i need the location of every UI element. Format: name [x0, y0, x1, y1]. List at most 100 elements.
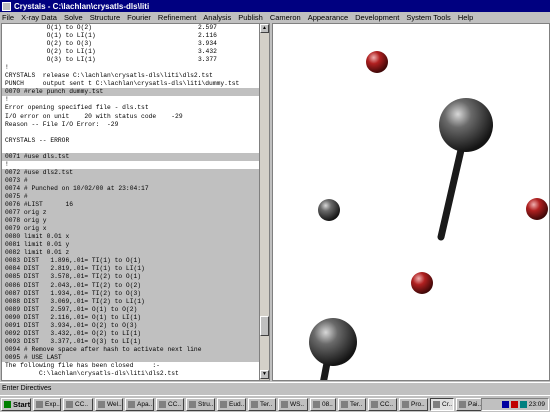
menu-file[interactable]: File — [2, 13, 14, 22]
output-line: 0072 #use dls2.tst — [2, 168, 260, 177]
output-line-text: 0082 limit 0.01 z — [5, 249, 70, 257]
scroll-down-button[interactable]: ▼ — [260, 370, 269, 379]
menu-appearance[interactable]: Appearance — [308, 13, 348, 22]
output-line: 0086 DIST 2.043,.01= TI(2) to O(2) — [2, 281, 260, 290]
app-icon — [36, 400, 43, 408]
output-line: 0094 # Remove space after hash to activa… — [2, 345, 260, 354]
taskbar-button-label: Eud.. — [229, 400, 245, 408]
output-line: Reason -- File I/O Error: -29 — [2, 121, 260, 129]
taskbar-button-label: Pai.. — [468, 400, 482, 408]
structure-viewer[interactable] — [272, 23, 550, 381]
output-line-value: 2.597 — [198, 24, 217, 31]
output-line-text: 0078 orig y — [5, 217, 47, 225]
output-line: 0070 #rele punch dummy.tst — [2, 88, 260, 97]
output-line-text: 0077 orig z — [5, 209, 47, 217]
menu-refinement[interactable]: Refinement — [158, 13, 196, 22]
oxygen-atom — [411, 272, 433, 294]
output-line-text: The following file has been closed :- — [5, 361, 160, 369]
output-text-pane[interactable]: O(1) to O(2) 2.597 O(1) to LI(1) 2.116 O(2… — [1, 23, 270, 381]
tray-icon[interactable] — [510, 401, 518, 408]
scroll-thumb[interactable] — [260, 316, 269, 336]
menu-help[interactable]: Help — [458, 13, 473, 22]
output-line-text: 0083 DIST 1.896,.01= TI(1) to O(1) — [5, 257, 142, 265]
taskbar-button[interactable]: Cr.. — [430, 397, 454, 411]
menu-system-tools[interactable]: System Tools — [406, 13, 450, 22]
taskbar-button[interactable]: Exp.. — [33, 397, 61, 411]
app-icon — [251, 400, 258, 408]
app-icon — [128, 400, 135, 408]
output-line: 0090 DIST 2.116,.01= O(1) to LI(1) — [2, 313, 260, 322]
vertical-scrollbar[interactable]: ▲ ▼ — [259, 24, 269, 380]
output-line-text: 0090 DIST 2.116,.01= O(1) to LI(1) — [5, 313, 142, 321]
output-line-text: 0075 # — [5, 192, 28, 200]
output-line: 0073 # — [2, 176, 260, 185]
taskbar-button[interactable]: CC.. — [156, 397, 184, 411]
taskbar-button[interactable]: Eud.. — [217, 397, 246, 411]
start-button[interactable]: Start — [1, 397, 31, 411]
taskbar-button-label: Cr.. — [442, 400, 453, 408]
menu-structure[interactable]: Structure — [90, 13, 120, 22]
menu-fourier[interactable]: Fourier — [127, 13, 151, 22]
taskbar: Start Exp.. CC.. Wel.. Apa.. CC.. Stru.. Eud..… — [0, 395, 550, 412]
taskbar-button[interactable]: CC.. — [368, 397, 397, 411]
atom — [318, 199, 340, 221]
output-line: 0078 orig y — [2, 217, 260, 226]
taskbar-button-label: Stru.. — [198, 400, 214, 408]
output-line: 0077 orig z — [2, 209, 260, 218]
output-line-text: PUNCH output sent t C:\lachlan\crysatls-… — [5, 80, 240, 88]
menu-cameron[interactable]: Cameron — [270, 13, 301, 22]
output-line: 0079 orig x — [2, 225, 260, 234]
menu-solve[interactable]: Solve — [64, 13, 83, 22]
taskbar-button-label: Pro.. — [411, 400, 425, 408]
output-line-text: 0088 DIST 3.069,.01= TI(2) to LI(1) — [5, 297, 145, 305]
output-line: 0082 limit 0.01 z — [2, 249, 260, 258]
taskbar-button[interactable]: Ter.. — [248, 397, 276, 411]
menu-x-ray-data[interactable]: X-ray Data — [21, 13, 57, 22]
windows-logo-icon — [4, 400, 11, 408]
taskbar-button[interactable]: Pai.. — [456, 397, 482, 411]
output-line-text: 0084 DIST 2.819,.01= TI(1) to LI(1) — [5, 265, 145, 273]
oxygen-atom — [526, 198, 548, 220]
system-tray: 23:09 — [481, 398, 549, 411]
menu-bar: File X-ray Data Solve Structure Fourier Refin… — [0, 12, 550, 23]
output-line-text: 0094 # Remove space after hash to activa… — [5, 345, 202, 353]
scroll-up-button[interactable]: ▲ — [260, 24, 269, 33]
output-line: O(2) to LI(1) 3.432 — [2, 48, 260, 56]
output-line: 0075 # — [2, 192, 260, 202]
taskbar-button-label: CC.. — [75, 400, 88, 408]
output-line-text: 0071 #use dls.tst — [5, 152, 70, 160]
output-line: 0074 # Punched on 10/02/00 at 23:04:17 — [2, 184, 260, 193]
output-lines: O(1) to O(2) 2.597 O(1) to LI(1) 2.116 O(2… — [2, 24, 260, 380]
output-line: 0088 DIST 3.069,.01= TI(2) to LI(1) — [2, 297, 260, 306]
titanium-atom — [439, 98, 493, 152]
tray-icon[interactable] — [501, 401, 509, 408]
output-line: CRYSTALS release C:\lachlan\crysatls-dls… — [2, 72, 260, 80]
taskbar-button[interactable]: Apa.. — [125, 397, 154, 411]
taskbar-button[interactable]: 08.. — [310, 397, 336, 411]
output-line: 0095 # USE LAST — [2, 353, 260, 362]
command-input-bar[interactable]: Enter Directives — [0, 382, 550, 394]
taskbar-button[interactable]: Wel.. — [95, 397, 123, 411]
output-line: 0085 DIST 3.578,.01= TI(2) to O(1) — [2, 273, 260, 282]
taskbar-button[interactable]: Pro.. — [399, 397, 428, 411]
output-line: 0076 #LIST 16 — [2, 201, 260, 210]
output-line: C:\lachlan\crysatls-dls\liti\dls2.tst — [2, 370, 260, 378]
title-bar[interactable]: Crystals - C:\lachlan\crysatls-dls\liti — [0, 0, 550, 12]
output-line: 0071 #use dls.tst — [2, 152, 260, 161]
app-icon[interactable] — [2, 1, 11, 11]
output-line: 0092 DIST 3.432,.01= O(2) to LI(1) — [2, 329, 260, 338]
output-line-value: 3.377 — [198, 56, 217, 64]
taskbar-button[interactable]: Stru.. — [186, 397, 215, 411]
taskbar-button[interactable]: WS.. — [278, 397, 308, 411]
menu-development[interactable]: Development — [355, 13, 399, 22]
titanium-atom — [309, 318, 357, 366]
clock: 23:09 — [528, 401, 545, 408]
menu-analysis[interactable]: Analysis — [203, 13, 231, 22]
menu-publish[interactable]: Publish — [238, 13, 263, 22]
app-icon — [341, 400, 348, 408]
taskbar-button-label: Exp.. — [45, 400, 60, 408]
taskbar-button[interactable]: CC.. — [63, 397, 93, 411]
volume-icon[interactable] — [519, 401, 527, 408]
taskbar-button[interactable]: Ter.. — [338, 397, 366, 411]
app-icon — [433, 400, 440, 408]
